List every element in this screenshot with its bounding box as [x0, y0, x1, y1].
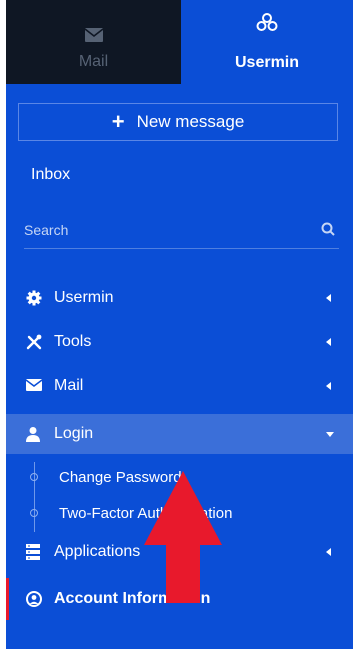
- tab-mail-label: Mail: [78, 53, 109, 70]
- annotation-arrow-icon: [144, 471, 222, 603]
- plus-icon: +: [111, 109, 125, 134]
- sidebar-item-mail[interactable]: Mail: [6, 366, 353, 406]
- chevron-down-icon: [326, 432, 334, 437]
- sidebar-item-login[interactable]: Login: [6, 414, 353, 454]
- active-marker: [6, 578, 9, 620]
- sidebar-item-label: Mail: [54, 377, 84, 394]
- top-tabs: Mail Usermin: [6, 0, 353, 84]
- search-input[interactable]: [24, 218, 304, 242]
- server-icon: [26, 544, 42, 560]
- tab-usermin-label: Usermin: [234, 54, 300, 71]
- envelope-icon: [25, 378, 43, 394]
- user-icon: [26, 426, 42, 442]
- sidebar-item-label: Tools: [54, 333, 92, 350]
- inbox-link[interactable]: Inbox: [31, 166, 70, 184]
- sidebar-item-tools[interactable]: Tools: [6, 322, 353, 362]
- bullet-icon: [30, 473, 38, 481]
- sidebar-item-label: Usermin: [54, 289, 114, 306]
- user-circle-icon: [26, 591, 42, 612]
- search-box: [24, 218, 339, 249]
- usermin-logo-icon: [255, 11, 279, 40]
- bullet-icon: [30, 509, 38, 517]
- search-icon[interactable]: [321, 222, 335, 241]
- tab-mail[interactable]: Mail: [6, 0, 181, 84]
- sidebar-item-usermin[interactable]: Usermin: [6, 278, 353, 318]
- chevron-left-icon: [326, 548, 331, 556]
- tools-icon: [26, 334, 42, 350]
- gear-icon: [26, 290, 42, 306]
- new-message-button[interactable]: + New message: [18, 103, 338, 141]
- tab-usermin[interactable]: Usermin: [181, 0, 353, 84]
- chevron-left-icon: [326, 382, 331, 390]
- sidebar-item-label: Login: [54, 425, 94, 442]
- new-message-label: New message: [136, 112, 245, 131]
- sidebar-item-label: Applications: [54, 543, 141, 560]
- chevron-left-icon: [326, 338, 331, 346]
- envelope-icon: [84, 28, 104, 47]
- chevron-left-icon: [326, 294, 331, 302]
